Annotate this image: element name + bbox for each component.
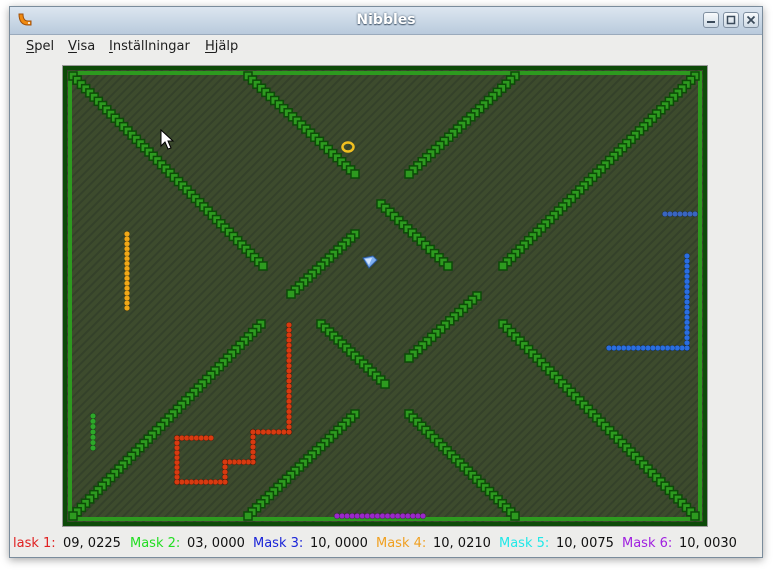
minimize-button[interactable] — [703, 12, 719, 28]
worm5-score-value: 10, 0075 — [556, 536, 614, 551]
worm5-score-label: Mask 5: — [499, 536, 550, 551]
status-bar: lask 1: 09, 0225 Mask 2: 03, 0000 Mask 3… — [10, 536, 762, 556]
title-bar[interactable]: Nibbles — [10, 7, 762, 35]
menu-hjalp[interactable]: Hjälp — [205, 39, 238, 54]
board-background — [63, 66, 707, 526]
worm6-score-value: 10, 0030 — [679, 536, 737, 551]
window-title: Nibbles — [356, 12, 416, 28]
game-board-frame — [62, 65, 708, 527]
worm3-score-label: Mask 3: — [253, 536, 304, 551]
game-board[interactable] — [63, 66, 707, 526]
maximize-icon — [726, 15, 736, 25]
worm3-score-value: 10, 0000 — [310, 536, 368, 551]
worm1-score-label: lask 1: — [13, 536, 56, 551]
worm1-score-value: 09, 0225 — [63, 536, 121, 551]
worm2-score-label: Mask 2: — [130, 536, 181, 551]
worm4-score-value: 10, 0210 — [433, 536, 491, 551]
worm6-score-label: Mask 6: — [622, 536, 673, 551]
menu-spel[interactable]: Spel — [26, 39, 54, 54]
worm2-score-value: 03, 0000 — [187, 536, 245, 551]
menu-bar: Spel Visa Inställningar Hjälp — [10, 35, 762, 59]
minimize-icon — [707, 21, 715, 23]
close-button[interactable] — [743, 12, 759, 28]
nibbles-window: Nibbles Spel Visa Inställningar Hjälp la… — [9, 6, 763, 558]
maximize-button[interactable] — [723, 12, 739, 28]
menu-visa[interactable]: Visa — [68, 39, 95, 54]
close-icon — [746, 15, 756, 25]
menu-installningar[interactable]: Inställningar — [109, 39, 190, 54]
worm4-score-label: Mask 4: — [376, 536, 427, 551]
